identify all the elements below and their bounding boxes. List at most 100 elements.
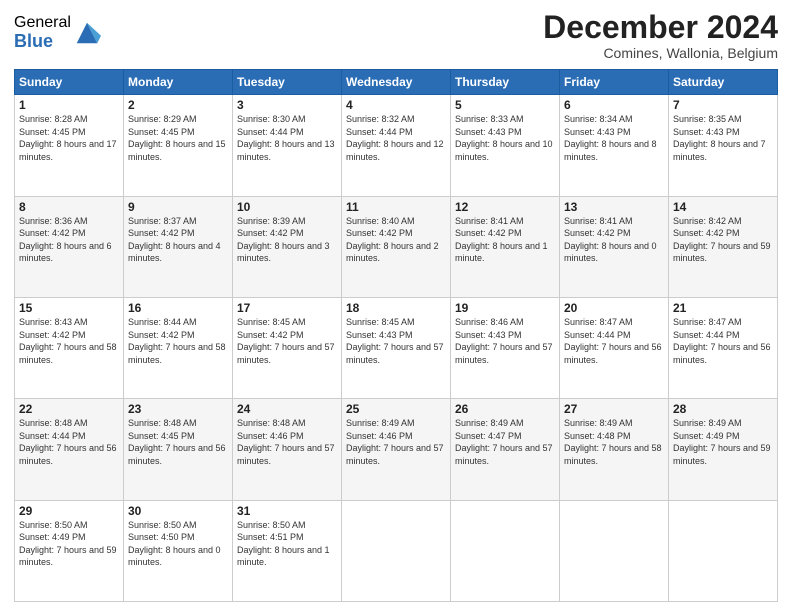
table-row (669, 500, 778, 601)
table-row: 16 Sunrise: 8:44 AM Sunset: 4:42 PM Dayl… (124, 297, 233, 398)
col-tuesday: Tuesday (233, 70, 342, 95)
day-info: Sunrise: 8:50 AM Sunset: 4:51 PM Dayligh… (237, 519, 337, 569)
day-number: 28 (673, 402, 773, 416)
table-row: 1 Sunrise: 8:28 AM Sunset: 4:45 PM Dayli… (15, 95, 124, 196)
table-row: 9 Sunrise: 8:37 AM Sunset: 4:42 PM Dayli… (124, 196, 233, 297)
logo-icon (73, 19, 101, 47)
day-info: Sunrise: 8:33 AM Sunset: 4:43 PM Dayligh… (455, 113, 555, 163)
day-number: 25 (346, 402, 446, 416)
day-number: 22 (19, 402, 119, 416)
table-row: 3 Sunrise: 8:30 AM Sunset: 4:44 PM Dayli… (233, 95, 342, 196)
day-number: 3 (237, 98, 337, 112)
day-number: 31 (237, 504, 337, 518)
day-info: Sunrise: 8:32 AM Sunset: 4:44 PM Dayligh… (346, 113, 446, 163)
table-row: 25 Sunrise: 8:49 AM Sunset: 4:46 PM Dayl… (342, 399, 451, 500)
day-number: 15 (19, 301, 119, 315)
logo-blue: Blue (14, 32, 71, 52)
table-row: 21 Sunrise: 8:47 AM Sunset: 4:44 PM Dayl… (669, 297, 778, 398)
table-row: 7 Sunrise: 8:35 AM Sunset: 4:43 PM Dayli… (669, 95, 778, 196)
day-info: Sunrise: 8:35 AM Sunset: 4:43 PM Dayligh… (673, 113, 773, 163)
day-info: Sunrise: 8:39 AM Sunset: 4:42 PM Dayligh… (237, 215, 337, 265)
day-number: 12 (455, 200, 555, 214)
table-row: 13 Sunrise: 8:41 AM Sunset: 4:42 PM Dayl… (560, 196, 669, 297)
day-info: Sunrise: 8:37 AM Sunset: 4:42 PM Dayligh… (128, 215, 228, 265)
day-number: 16 (128, 301, 228, 315)
logo-general: General (14, 14, 71, 32)
table-row: 5 Sunrise: 8:33 AM Sunset: 4:43 PM Dayli… (451, 95, 560, 196)
table-row: 12 Sunrise: 8:41 AM Sunset: 4:42 PM Dayl… (451, 196, 560, 297)
table-row: 15 Sunrise: 8:43 AM Sunset: 4:42 PM Dayl… (15, 297, 124, 398)
table-row: 31 Sunrise: 8:50 AM Sunset: 4:51 PM Dayl… (233, 500, 342, 601)
logo: General Blue (14, 14, 101, 51)
day-number: 7 (673, 98, 773, 112)
day-number: 27 (564, 402, 664, 416)
calendar-header-row: Sunday Monday Tuesday Wednesday Thursday… (15, 70, 778, 95)
day-info: Sunrise: 8:28 AM Sunset: 4:45 PM Dayligh… (19, 113, 119, 163)
day-number: 13 (564, 200, 664, 214)
day-number: 9 (128, 200, 228, 214)
table-row: 14 Sunrise: 8:42 AM Sunset: 4:42 PM Dayl… (669, 196, 778, 297)
table-row: 11 Sunrise: 8:40 AM Sunset: 4:42 PM Dayl… (342, 196, 451, 297)
logo-text: General Blue (14, 14, 71, 51)
day-number: 10 (237, 200, 337, 214)
table-row (560, 500, 669, 601)
day-number: 4 (346, 98, 446, 112)
day-info: Sunrise: 8:49 AM Sunset: 4:46 PM Dayligh… (346, 417, 446, 467)
table-row: 6 Sunrise: 8:34 AM Sunset: 4:43 PM Dayli… (560, 95, 669, 196)
day-number: 21 (673, 301, 773, 315)
day-info: Sunrise: 8:41 AM Sunset: 4:42 PM Dayligh… (455, 215, 555, 265)
day-info: Sunrise: 8:40 AM Sunset: 4:42 PM Dayligh… (346, 215, 446, 265)
table-row: 8 Sunrise: 8:36 AM Sunset: 4:42 PM Dayli… (15, 196, 124, 297)
table-row: 4 Sunrise: 8:32 AM Sunset: 4:44 PM Dayli… (342, 95, 451, 196)
day-number: 26 (455, 402, 555, 416)
day-info: Sunrise: 8:50 AM Sunset: 4:49 PM Dayligh… (19, 519, 119, 569)
header: General Blue December 2024 Comines, Wall… (14, 10, 778, 61)
day-info: Sunrise: 8:43 AM Sunset: 4:42 PM Dayligh… (19, 316, 119, 366)
day-number: 8 (19, 200, 119, 214)
table-row: 20 Sunrise: 8:47 AM Sunset: 4:44 PM Dayl… (560, 297, 669, 398)
day-number: 1 (19, 98, 119, 112)
day-info: Sunrise: 8:49 AM Sunset: 4:47 PM Dayligh… (455, 417, 555, 467)
col-sunday: Sunday (15, 70, 124, 95)
day-number: 6 (564, 98, 664, 112)
day-number: 19 (455, 301, 555, 315)
day-info: Sunrise: 8:45 AM Sunset: 4:43 PM Dayligh… (346, 316, 446, 366)
col-thursday: Thursday (451, 70, 560, 95)
table-row: 30 Sunrise: 8:50 AM Sunset: 4:50 PM Dayl… (124, 500, 233, 601)
page: General Blue December 2024 Comines, Wall… (0, 0, 792, 612)
table-row: 29 Sunrise: 8:50 AM Sunset: 4:49 PM Dayl… (15, 500, 124, 601)
day-info: Sunrise: 8:50 AM Sunset: 4:50 PM Dayligh… (128, 519, 228, 569)
day-info: Sunrise: 8:49 AM Sunset: 4:48 PM Dayligh… (564, 417, 664, 467)
table-row: 26 Sunrise: 8:49 AM Sunset: 4:47 PM Dayl… (451, 399, 560, 500)
day-number: 14 (673, 200, 773, 214)
day-info: Sunrise: 8:36 AM Sunset: 4:42 PM Dayligh… (19, 215, 119, 265)
table-row: 17 Sunrise: 8:45 AM Sunset: 4:42 PM Dayl… (233, 297, 342, 398)
day-number: 24 (237, 402, 337, 416)
day-number: 2 (128, 98, 228, 112)
day-info: Sunrise: 8:45 AM Sunset: 4:42 PM Dayligh… (237, 316, 337, 366)
day-info: Sunrise: 8:48 AM Sunset: 4:46 PM Dayligh… (237, 417, 337, 467)
day-info: Sunrise: 8:41 AM Sunset: 4:42 PM Dayligh… (564, 215, 664, 265)
table-row (451, 500, 560, 601)
day-info: Sunrise: 8:44 AM Sunset: 4:42 PM Dayligh… (128, 316, 228, 366)
day-info: Sunrise: 8:30 AM Sunset: 4:44 PM Dayligh… (237, 113, 337, 163)
table-row: 28 Sunrise: 8:49 AM Sunset: 4:49 PM Dayl… (669, 399, 778, 500)
table-row (342, 500, 451, 601)
day-info: Sunrise: 8:46 AM Sunset: 4:43 PM Dayligh… (455, 316, 555, 366)
day-info: Sunrise: 8:42 AM Sunset: 4:42 PM Dayligh… (673, 215, 773, 265)
day-info: Sunrise: 8:48 AM Sunset: 4:44 PM Dayligh… (19, 417, 119, 467)
day-info: Sunrise: 8:29 AM Sunset: 4:45 PM Dayligh… (128, 113, 228, 163)
col-monday: Monday (124, 70, 233, 95)
col-saturday: Saturday (669, 70, 778, 95)
day-number: 29 (19, 504, 119, 518)
day-number: 11 (346, 200, 446, 214)
day-number: 18 (346, 301, 446, 315)
table-row: 19 Sunrise: 8:46 AM Sunset: 4:43 PM Dayl… (451, 297, 560, 398)
location-subtitle: Comines, Wallonia, Belgium (543, 45, 778, 61)
day-info: Sunrise: 8:47 AM Sunset: 4:44 PM Dayligh… (673, 316, 773, 366)
day-number: 23 (128, 402, 228, 416)
table-row: 18 Sunrise: 8:45 AM Sunset: 4:43 PM Dayl… (342, 297, 451, 398)
day-number: 30 (128, 504, 228, 518)
day-info: Sunrise: 8:47 AM Sunset: 4:44 PM Dayligh… (564, 316, 664, 366)
table-row: 2 Sunrise: 8:29 AM Sunset: 4:45 PM Dayli… (124, 95, 233, 196)
